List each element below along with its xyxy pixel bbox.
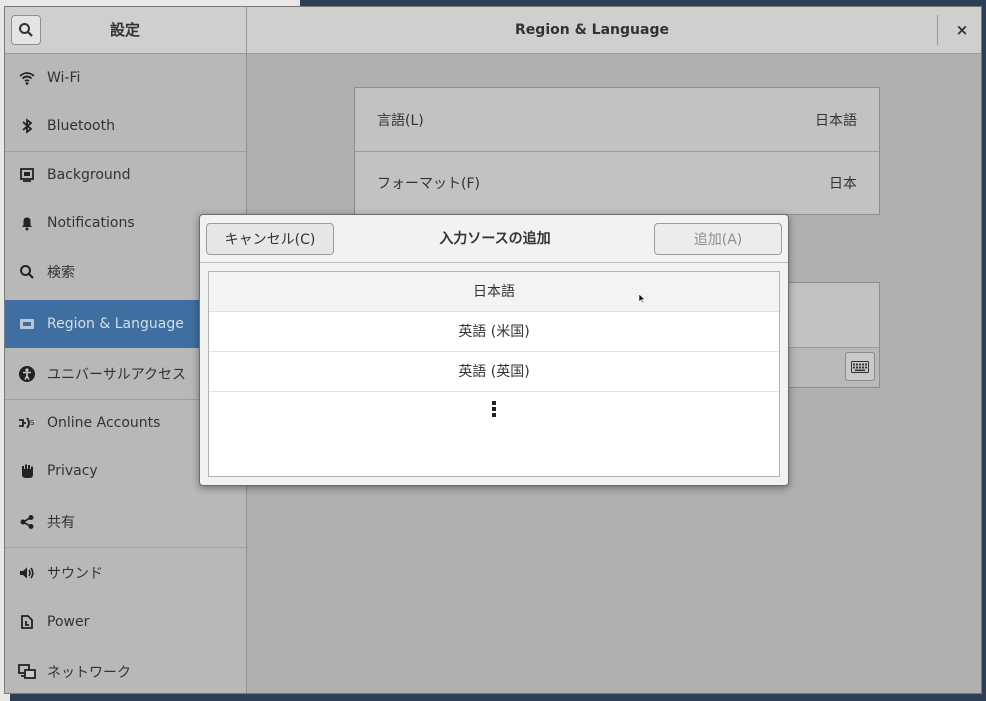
keyboard-layout-button[interactable] — [845, 352, 875, 381]
speaker-icon — [17, 563, 37, 583]
sidebar-item-network[interactable]: ネットワーク — [5, 648, 246, 693]
window-title: Region & Language — [515, 22, 669, 38]
header-separator — [937, 15, 938, 45]
format-row[interactable]: フォーマット(F) 日本 — [355, 151, 879, 214]
cancel-button[interactable]: キャンセル(C) — [206, 223, 334, 255]
close-button[interactable]: × — [950, 15, 974, 45]
language-label: 言語(L) — [377, 112, 424, 129]
sidebar-header: 設定 — [5, 7, 247, 53]
sidebar-item-bluetooth[interactable]: Bluetooth — [5, 102, 246, 150]
format-value: 日本 — [829, 176, 857, 192]
accessibility-icon — [17, 364, 37, 384]
close-icon: × — [955, 21, 969, 39]
sidebar-item-label: Notifications — [47, 215, 135, 231]
wifi-icon — [17, 68, 37, 88]
sidebar-item-background[interactable]: Background — [5, 151, 246, 199]
region-icon — [17, 314, 37, 334]
keyboard-icon — [851, 360, 869, 373]
sidebar-item-sound[interactable]: サウンド — [5, 549, 246, 597]
sidebar-item-wifi[interactable]: Wi-Fi — [5, 54, 246, 102]
sidebar-item-sharing[interactable]: 共有 — [5, 498, 246, 546]
bluetooth-icon — [17, 116, 37, 136]
search-icon — [19, 23, 33, 37]
search-button[interactable] — [11, 15, 41, 45]
sidebar-item-label: ユニバーサルアクセス — [47, 367, 187, 383]
sidebar-item-label: 共有 — [47, 515, 75, 531]
language-row[interactable]: 言語(L) 日本語 — [355, 88, 879, 151]
language-settings-list: 言語(L) 日本語 フォーマット(F) 日本 — [354, 87, 880, 215]
network-icon — [17, 662, 37, 682]
add-input-source-dialog: キャンセル(C) 入力ソースの追加 追加(A) 日本語 英語 (米国) 英語 (… — [199, 214, 789, 486]
language-value: 日本語 — [815, 112, 857, 129]
share-icon — [17, 512, 37, 532]
sidebar-item-label: Region & Language — [47, 316, 184, 332]
svg-text:S: S — [30, 419, 35, 427]
hand-icon — [17, 461, 37, 481]
input-source-list: 日本語 英語 (米国) 英語 (英国) — [208, 271, 780, 477]
sidebar-item-label: Privacy — [47, 463, 98, 479]
dialog-title: 入力ソースの追加 — [439, 231, 551, 247]
sidebar-item-label: ネットワーク — [47, 665, 131, 681]
background-icon — [17, 165, 37, 185]
search-icon — [17, 262, 37, 282]
sidebar-item-label: Wi-Fi — [47, 70, 81, 86]
sidebar-separator — [5, 547, 246, 548]
mouse-cursor-icon — [638, 293, 646, 304]
list-item-english-us[interactable]: 英語 (米国) — [209, 312, 779, 352]
sidebar-item-label: 検索 — [47, 265, 75, 281]
list-item-english-uk[interactable]: 英語 (英国) — [209, 352, 779, 392]
sidebar-item-label: サウンド — [47, 566, 103, 582]
sidebar-item-power[interactable]: Power — [5, 598, 246, 646]
sidebar-item-label: Bluetooth — [47, 118, 115, 134]
power-icon — [17, 612, 37, 632]
dialog-header: キャンセル(C) 入力ソースの追加 追加(A) — [200, 215, 788, 263]
sidebar-item-label: Background — [47, 167, 131, 183]
list-item-japanese[interactable]: 日本語 — [209, 272, 779, 312]
sidebar-item-label: Power — [47, 614, 90, 630]
app-title: 設定 — [109, 21, 140, 39]
sidebar-item-label: Online Accounts — [47, 415, 161, 431]
bell-icon — [17, 213, 37, 233]
online-accounts-icon: S — [17, 413, 37, 433]
more-vertical-icon — [492, 401, 496, 417]
add-button[interactable]: 追加(A) — [654, 223, 782, 255]
more-options-row[interactable] — [209, 392, 779, 426]
format-label: フォーマット(F) — [377, 176, 480, 192]
header-bar: 設定 Region & Language × — [5, 7, 981, 54]
